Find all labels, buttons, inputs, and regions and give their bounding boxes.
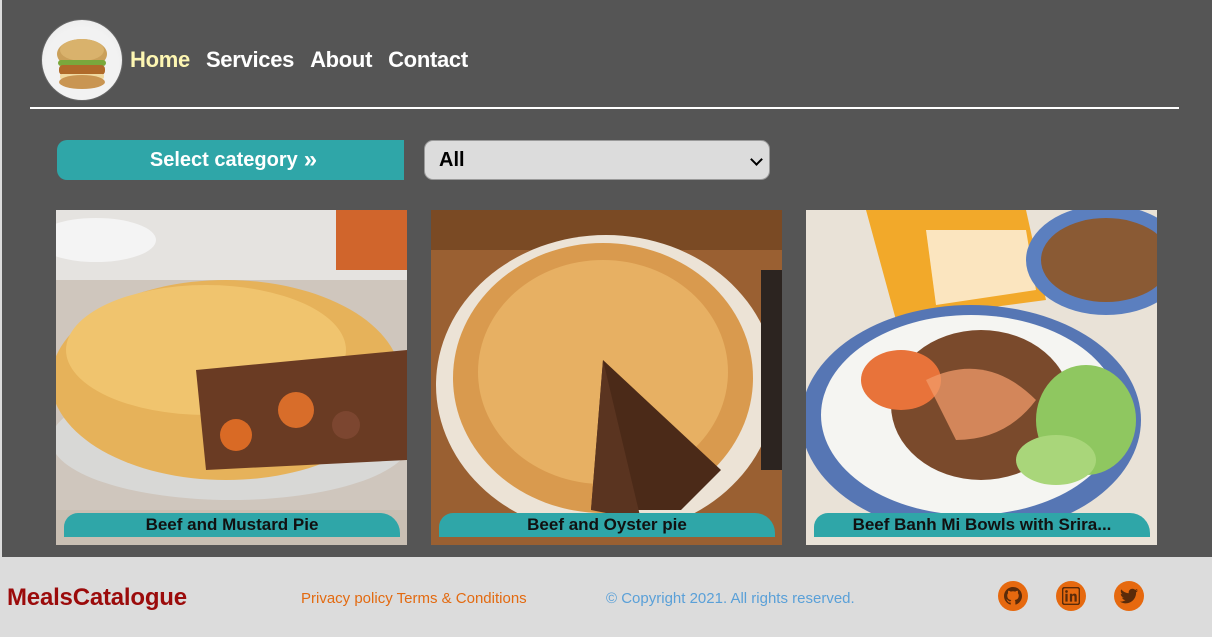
footer-links: Privacy policy Terms & Conditions <box>301 590 527 607</box>
double-chevron-right-icon: » <box>303 146 318 173</box>
footer-brand[interactable]: MealsCatalogue <box>7 584 187 612</box>
meal-image-beef-banh-mi-bowls <box>806 210 1157 545</box>
meal-image-beef-mustard-pie <box>56 210 407 545</box>
meal-card[interactable]: Beef and Oyster pie <box>431 210 782 545</box>
category-select[interactable]: All <box>424 140 770 180</box>
header-divider <box>30 107 1179 109</box>
nav-contact-link[interactable]: Contact <box>388 47 468 73</box>
meal-card[interactable]: Beef Banh Mi Bowls with Srira... <box>806 210 1157 545</box>
linkedin-icon[interactable] <box>1056 581 1086 611</box>
copyright-text: © Copyright 2021. All rights reserved. <box>606 590 855 607</box>
github-icon[interactable] <box>998 581 1028 611</box>
privacy-policy-link[interactable]: Privacy policy <box>301 590 393 607</box>
logo-burger-image[interactable] <box>42 20 122 100</box>
meal-title: Beef Banh Mi Bowls with Srira... <box>814 513 1150 537</box>
navbar: Home Services About Contact <box>42 20 468 100</box>
terms-link[interactable]: Terms & Conditions <box>397 590 527 607</box>
meal-card[interactable]: Beef and Mustard Pie <box>56 210 407 545</box>
nav-services-link[interactable]: Services <box>206 47 294 73</box>
meal-title: Beef and Oyster pie <box>439 513 775 537</box>
select-category-text: Select category <box>149 148 298 171</box>
meal-title: Beef and Mustard Pie <box>64 513 400 537</box>
meal-image-beef-oyster-pie <box>431 210 782 545</box>
chevron-down-icon <box>750 153 763 166</box>
category-select-value: All <box>439 148 465 171</box>
select-category-label: Select category » <box>57 140 404 180</box>
twitter-icon[interactable] <box>1114 581 1144 611</box>
nav-links: Home Services About Contact <box>130 47 468 73</box>
nav-home-link[interactable]: Home <box>130 47 190 73</box>
nav-about-link[interactable]: About <box>310 47 372 73</box>
